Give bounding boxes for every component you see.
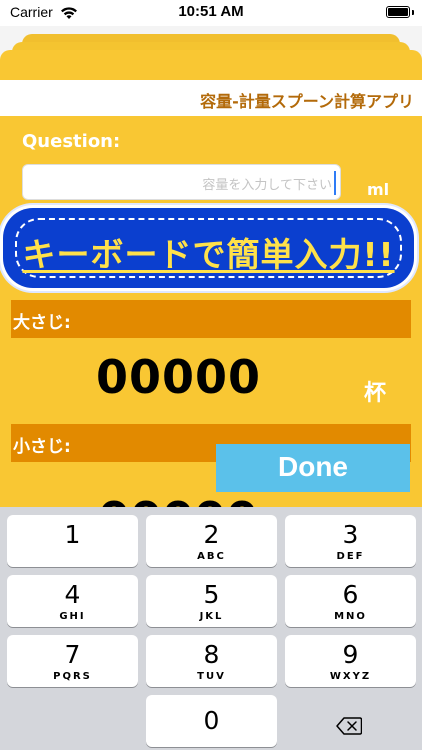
key-6[interactable]: 6 MNO	[285, 575, 416, 627]
key-3[interactable]: 3 DEF	[285, 515, 416, 567]
key-letters: PQRS	[53, 671, 92, 682]
key-0[interactable]: 0	[146, 695, 277, 747]
key-digit: 4	[64, 580, 81, 609]
status-time: 10:51 AM	[178, 3, 244, 20]
key-4[interactable]: 4 GHI	[7, 575, 138, 627]
key-digit: 6	[342, 580, 359, 609]
key-1[interactable]: 1	[7, 515, 138, 567]
key-letters: TUV	[197, 671, 226, 682]
key-letters: DEF	[336, 551, 365, 562]
volume-input-placeholder: 容量を入力して下さい	[202, 178, 332, 193]
numeric-keypad: 1 2 ABC 3 DEF 4 GHI 5 JKL 6 MNO 7 PQRS 8…	[0, 507, 422, 750]
key-digit: 3	[342, 520, 359, 549]
done-button-label: Done	[278, 451, 348, 482]
key-letters: ABC	[197, 551, 226, 562]
unit-ml-label: ml	[367, 180, 390, 199]
app-title-bar: 容量-計量スプーン計算アプリ	[0, 80, 422, 116]
key-9[interactable]: 9 WXYZ	[285, 635, 416, 687]
key-letters: WXYZ	[329, 671, 372, 682]
tablespoon-label-bar: 大さじ:	[11, 300, 411, 338]
key-2[interactable]: 2 ABC	[146, 515, 277, 567]
key-digit: 9	[342, 640, 359, 669]
battery-cap	[412, 10, 414, 15]
delete-key[interactable]	[284, 700, 415, 750]
tablespoon-value: 00000	[96, 350, 262, 404]
volume-input[interactable]: 容量を入力して下さい	[22, 164, 341, 200]
key-letters: GHI	[59, 611, 86, 622]
key-digit: 0	[203, 706, 220, 735]
promo-banner: キーボードで簡単入力!!	[3, 208, 414, 288]
key-letters: MNO	[334, 611, 367, 622]
key-digit: 1	[64, 520, 81, 549]
key-digit: 5	[203, 580, 220, 609]
banner-text: キーボードで簡単入力!!	[22, 235, 395, 274]
key-digit: 2	[203, 520, 220, 549]
teaspoon-label: 小さじ:	[13, 437, 71, 457]
done-button[interactable]: Done	[216, 444, 410, 492]
key-5[interactable]: 5 JKL	[146, 575, 277, 627]
key-digit: 8	[203, 640, 220, 669]
key-digit: 7	[64, 640, 81, 669]
unit-cup-label: 杯	[364, 381, 387, 406]
battery-icon	[386, 6, 410, 18]
status-bar: Carrier 10:51 AM	[0, 0, 422, 26]
app-title: 容量-計量スプーン計算アプリ	[200, 92, 414, 111]
key-letters: JKL	[199, 611, 224, 622]
tablespoon-label: 大さじ:	[13, 313, 71, 333]
question-label: Question:	[22, 131, 121, 152]
text-caret	[334, 171, 336, 195]
key-8[interactable]: 8 TUV	[146, 635, 277, 687]
backspace-icon	[336, 717, 363, 739]
key-7[interactable]: 7 PQRS	[7, 635, 138, 687]
